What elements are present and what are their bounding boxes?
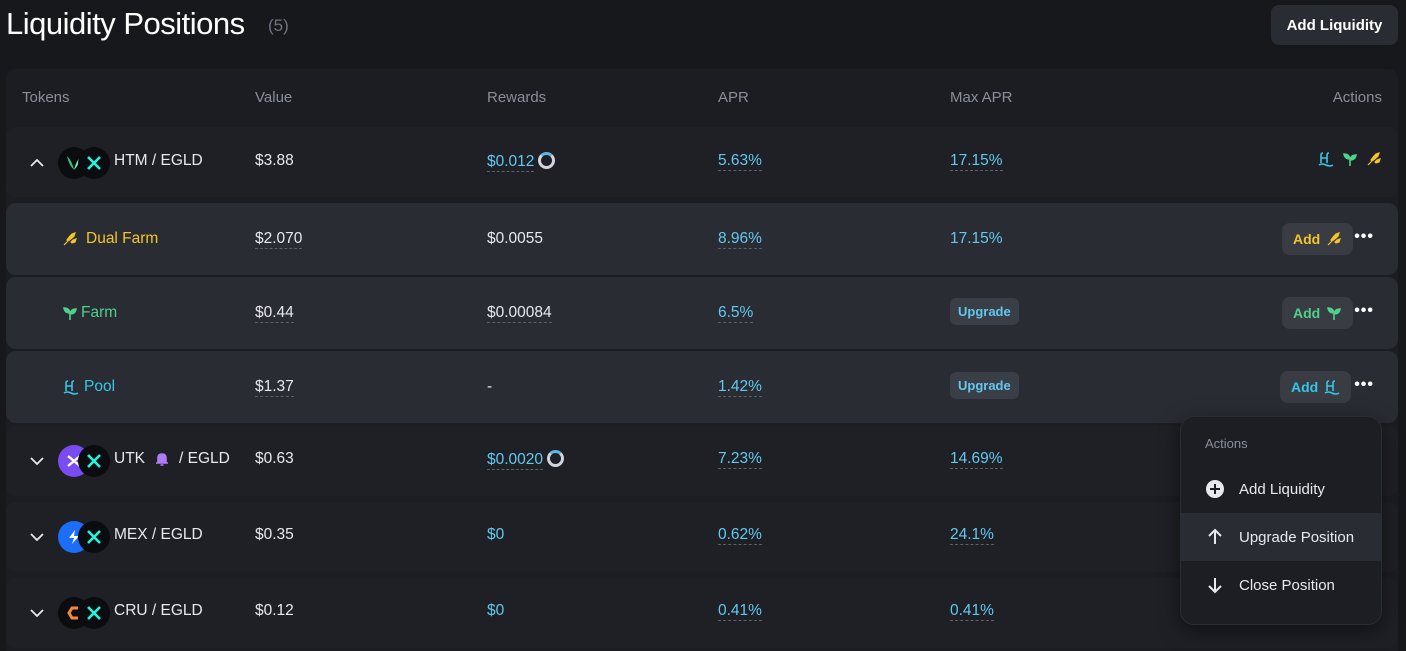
actions-menu-heading: Actions [1205,436,1248,451]
position-type-icons [1318,151,1382,167]
sub-row-value[interactable]: $2.070 [255,230,303,249]
table-row[interactable]: HTM / EGLD $3.88 $0.012 5.63% 17.15% [6,127,1398,197]
sub-row-label: Dual Farm [86,230,159,247]
dual-farm-icon [1367,152,1381,166]
menu-item-label: Upgrade Position [1239,528,1355,546]
menu-item-upgrade-position[interactable]: Upgrade Position [1181,513,1382,561]
add-button-label: Add [1293,305,1321,321]
farm-sprout-icon [63,307,77,320]
column-value: Value [255,89,293,106]
dual-farm-icon [63,232,77,246]
sub-row-rewards: $0.0055 [487,230,544,247]
max-apr-value[interactable]: 14.69% [950,450,1003,469]
column-apr: APR [718,89,749,106]
sub-row-apr[interactable]: 8.96% [718,230,762,249]
apr-value[interactable]: 0.41% [718,602,762,621]
position-value: $0.35 [255,526,294,543]
max-apr-value[interactable]: 24.1% [950,526,994,545]
column-actions: Actions [1332,89,1382,106]
add-liquidity-button[interactable]: Add Liquidity [1271,5,1398,45]
position-count: (5) [268,16,289,35]
loading-spinner-icon [547,450,565,467]
position-value: $3.88 [255,152,294,169]
sub-row-apr[interactable]: 1.42% [718,378,762,397]
chevron-down-icon[interactable] [28,452,46,470]
chevron-down-icon[interactable] [28,528,46,546]
apr-value[interactable]: 7.23% [718,450,762,469]
position-value: $0.63 [255,450,294,467]
pool-icon [1318,152,1334,167]
pair-name: CRU / EGLD [114,602,203,619]
position-value: $0.12 [255,602,294,619]
rewards-value: $0 [487,602,505,619]
sub-row-max-apr: 17.15% [950,230,1003,247]
sub-row-dual-farm: Dual Farm $2.070 $0.0055 8.96% 17.15% Ad… [6,203,1398,275]
add-dual-farm-button[interactable]: Add [1282,223,1354,255]
rewards-value[interactable]: $0.0020 [487,451,544,470]
column-tokens: Tokens [22,89,70,106]
arrow-down-icon [1208,578,1222,594]
sub-row-rewards[interactable]: $0.00084 [487,304,552,323]
menu-item-label: Add Liquidity [1239,480,1325,498]
sub-row-label: Pool [84,378,116,395]
column-max-apr: Max APR [950,89,1013,106]
page-header: Liquidity Positions (5) Add Liquidity [6,0,1398,54]
max-apr-value[interactable]: 17.15% [950,152,1003,171]
more-options-icon[interactable]: ••• [1354,228,1374,246]
sub-row-apr[interactable]: 6.5% [718,304,754,323]
table-header: Tokens Value Rewards APR Max APR Actions [6,69,1398,125]
sub-row-farm: Farm $0.44 $0.00084 6.5% Upgrade Add ••• [6,277,1398,349]
egld-token-icon [78,597,110,629]
pair-name: MEX / EGLD [114,526,203,543]
max-apr-value[interactable]: 0.41% [950,602,994,621]
farm-sprout-icon [1327,307,1342,320]
rewards-cell[interactable]: $0.0020 [487,450,565,470]
rewards-value: $0 [487,526,505,543]
page-title: Liquidity Positions [6,6,245,41]
add-pool-button[interactable]: Add [1280,371,1352,403]
more-options-icon[interactable]: ••• [1354,302,1374,320]
loading-spinner-icon [538,152,556,169]
add-button-label: Add [1293,231,1321,247]
rewards-cell[interactable]: $0.012 [487,152,556,172]
egld-token-icon [78,445,110,477]
farm-sprout-icon [1343,153,1357,166]
egld-token-icon [78,521,110,553]
apr-value[interactable]: 0.62% [718,526,762,545]
sub-row-pool: Pool $1.37 - 1.42% Upgrade Add ••• [6,351,1398,423]
chevron-down-icon[interactable] [28,604,46,622]
menu-item-label: Close Position [1239,576,1335,594]
add-button-label: Add [1291,379,1319,395]
sub-row-value[interactable]: $1.37 [255,378,294,397]
upgrade-tag[interactable]: Upgrade [950,298,1019,325]
alert-bell-icon [156,453,168,466]
rewards-value[interactable]: $0.012 [487,153,535,172]
arrow-up-icon [1208,528,1222,544]
egld-token-icon [78,147,110,179]
actions-menu: Actions Add Liquidity Upgrade Position C… [1180,416,1382,625]
plus-circle-icon [1206,480,1224,498]
pair-name: HTM / EGLD [114,152,203,169]
add-farm-button[interactable]: Add [1282,297,1354,329]
dual-farm-icon [1327,232,1342,246]
sub-row-label: Farm [81,304,118,321]
sub-row-value[interactable]: $0.44 [255,304,294,323]
upgrade-tag[interactable]: Upgrade [950,372,1019,399]
apr-value[interactable]: 5.63% [718,152,762,171]
pool-icon [1324,380,1340,395]
sub-row-rewards: - [487,378,493,395]
column-rewards: Rewards [487,89,547,106]
menu-item-close-position[interactable]: Close Position [1181,561,1382,609]
pool-icon [63,380,79,395]
pair-name: UTK / EGLD [114,450,230,467]
chevron-up-icon[interactable] [28,154,46,172]
more-options-icon[interactable]: ••• [1354,376,1374,394]
menu-item-add-liquidity[interactable]: Add Liquidity [1181,465,1382,513]
